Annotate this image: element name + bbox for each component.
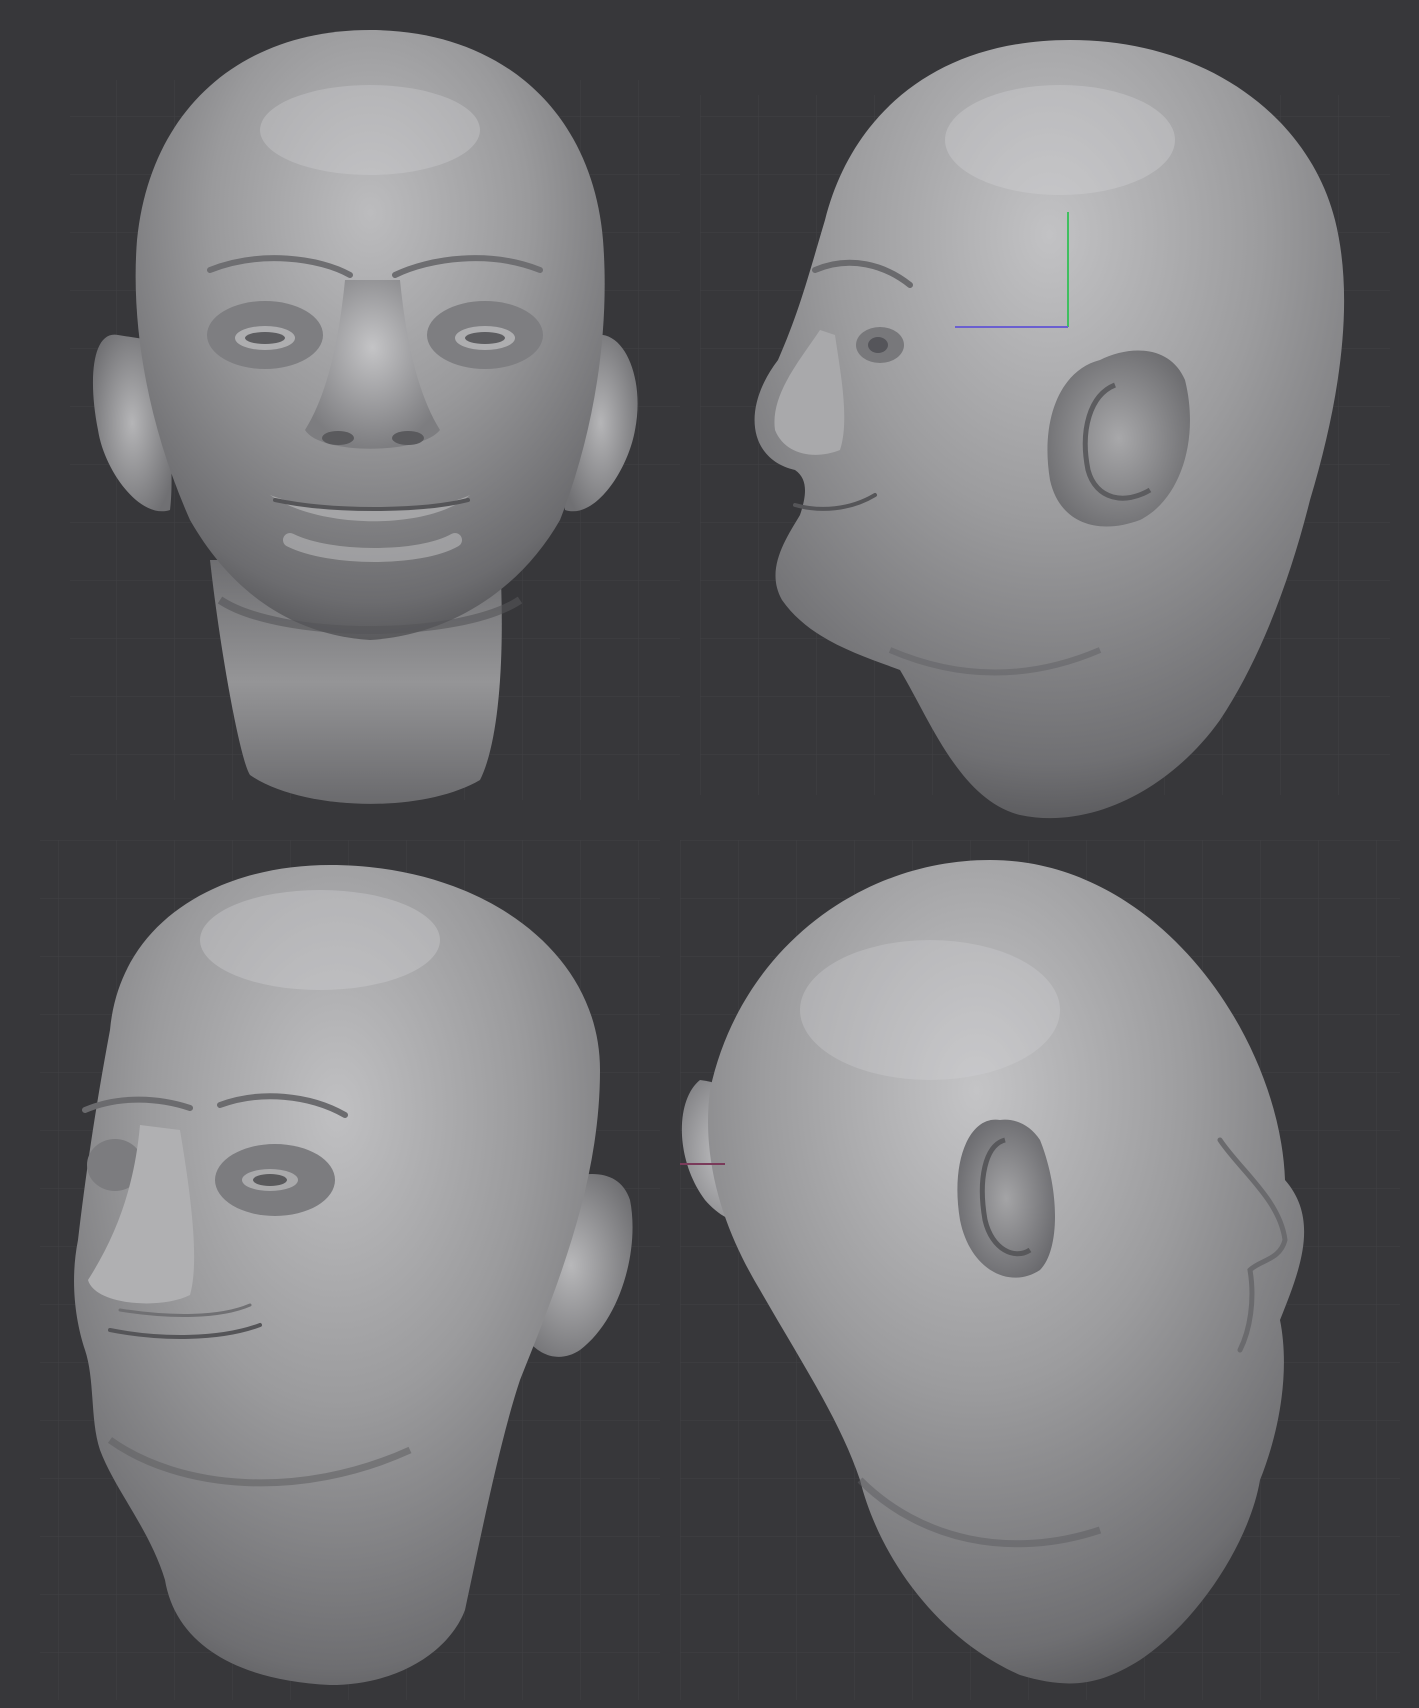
right-nostril <box>392 431 424 445</box>
crown-highlight <box>945 85 1175 195</box>
right-eye-opening <box>465 332 505 344</box>
viewport-side[interactable] <box>700 0 1419 840</box>
front-view-canvas <box>70 30 680 804</box>
viewport-front[interactable] <box>0 0 700 840</box>
right-eye-opening <box>253 1174 287 1186</box>
forehead-highlight <box>260 85 480 175</box>
three-quarter-view-canvas <box>40 840 660 1700</box>
sculpt-turnaround-sheet <box>0 0 1419 1708</box>
side-view-canvas <box>700 40 1390 819</box>
left-nostril <box>322 431 354 445</box>
forehead-highlight <box>200 890 440 990</box>
viewport-three-quarter[interactable] <box>0 840 680 1708</box>
viewport-back[interactable] <box>680 840 1419 1708</box>
back-view-canvas <box>680 840 1400 1700</box>
eye-opening <box>868 337 888 353</box>
crown-highlight <box>800 940 1060 1080</box>
left-eye-opening <box>245 332 285 344</box>
